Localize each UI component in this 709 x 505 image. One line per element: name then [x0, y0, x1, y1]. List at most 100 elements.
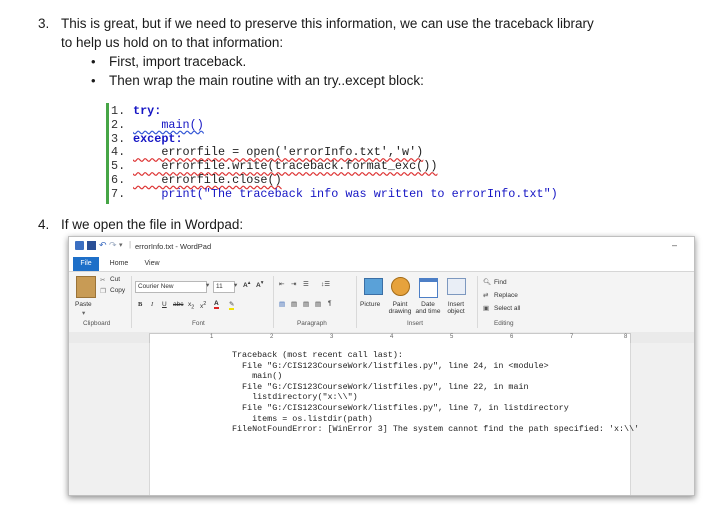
shrink-font-icon[interactable]: A▾ [256, 280, 263, 289]
find-button[interactable]: Find [494, 279, 507, 286]
select-all-icon[interactable]: ▣ [483, 304, 489, 312]
list-icon[interactable]: ☰ [303, 280, 309, 288]
tab-home[interactable]: Home [105, 257, 133, 271]
replace-icon[interactable]: ⇄ [483, 291, 488, 299]
group-label-font: Font [192, 320, 205, 327]
superscript-icon[interactable]: x2 [200, 301, 206, 310]
ruler-number: 5 [450, 334, 454, 340]
line-number: 2. [111, 117, 126, 132]
justify-icon[interactable]: ▤ [315, 300, 321, 308]
line-number: 4. [111, 145, 126, 160]
group-label-paragraph: Paragraph [297, 320, 327, 327]
font-name-select[interactable]: Courier New [135, 281, 207, 293]
font-name-dropdown-icon[interactable]: ▾ [206, 281, 209, 289]
tab-view[interactable]: View [139, 257, 165, 271]
step-number: 4. [38, 217, 50, 232]
font-size-dropdown-icon[interactable]: ▾ [234, 281, 237, 289]
align-center-icon[interactable]: ▤ [291, 300, 297, 308]
step-text-line1: This is great, but if we need to preserv… [61, 16, 594, 31]
cut-button[interactable]: Cut [110, 276, 120, 283]
document-page[interactable]: Traceback (most recent call last): File … [149, 343, 639, 495]
ruler-number: 6 [510, 334, 514, 340]
ribbon-separator [131, 276, 132, 328]
document-text-line: File "G:/CIS123CourseWork/listfiles.py",… [232, 403, 569, 413]
ribbon-tabs: File Home View [69, 257, 694, 271]
ribbon-separator [477, 276, 478, 328]
document-area[interactable]: Traceback (most recent call last): File … [69, 343, 694, 495]
code-line: errorfile = open('errorInfo.txt','w') [133, 145, 424, 160]
document-text-line: File "G:/CIS123CourseWork/listfiles.py",… [232, 381, 529, 392]
customize-toolbar-icon[interactable]: ▾ [119, 241, 128, 250]
line-number: 3. [111, 131, 126, 146]
code-line: except: [133, 131, 183, 146]
align-left-icon[interactable]: ▤ [279, 300, 285, 308]
wordpad-app-icon [75, 241, 84, 250]
date-time-button[interactable]: Date and time [415, 301, 441, 315]
paragraph-dialog-icon[interactable]: ¶ [328, 300, 332, 307]
document-text-line: Traceback (most recent call last): [232, 350, 403, 360]
line-number: 1. [111, 104, 126, 118]
copy-icon[interactable]: ❐ [100, 287, 106, 295]
tab-file[interactable]: File [73, 257, 99, 271]
highlight-icon[interactable]: ✎ [229, 300, 235, 310]
bullet-item: First, import traceback. [109, 54, 247, 69]
ribbon: Paste ▾ ✂ Cut ❐ Copy Clipboard Courier N… [69, 271, 694, 333]
picture-icon[interactable] [364, 278, 383, 295]
undo-icon[interactable]: ↶ [99, 241, 108, 250]
bullet-glyph: • [91, 73, 96, 88]
paste-icon[interactable] [76, 276, 96, 298]
step-text-line2: to help us hold on to that information: [61, 35, 284, 50]
paint-drawing-button[interactable]: Paint drawing [387, 301, 413, 315]
step-text: If we open the file in Wordpad: [61, 217, 244, 232]
replace-button[interactable]: Replace [494, 292, 518, 299]
ruler-number: 4 [390, 334, 394, 340]
line-number: 5. [111, 159, 126, 174]
date-time-icon[interactable] [419, 278, 438, 298]
subscript-icon[interactable]: x2 [188, 301, 194, 310]
bold-icon[interactable]: B [138, 301, 142, 308]
cut-icon[interactable]: ✂ [100, 276, 105, 284]
underline-icon[interactable]: U [162, 301, 167, 308]
strikethrough-icon[interactable]: abc [173, 301, 183, 308]
code-line: main() [133, 117, 204, 132]
redo-icon[interactable]: ↷ [109, 241, 118, 250]
line-spacing-icon[interactable]: ↕☰ [321, 280, 330, 288]
grow-font-icon[interactable]: A▴ [243, 280, 250, 289]
window-title: errorInfo.txt - WordPad [135, 242, 212, 251]
bullet-glyph: • [91, 54, 96, 69]
document-text-line: main() [232, 371, 283, 382]
font-size-select[interactable]: 11 [213, 281, 235, 293]
document-text-line: FileNotFoundError: [WinError 3] The syst… [232, 424, 640, 435]
insert-object-icon[interactable] [447, 278, 466, 295]
picture-button[interactable]: Picture [360, 301, 380, 308]
increase-indent-icon[interactable]: ⇥ [291, 280, 296, 288]
ruler-number: 2 [270, 334, 274, 340]
ruler-number: 1 [210, 334, 214, 340]
group-label-editing: Editing [494, 320, 514, 327]
save-icon[interactable] [87, 241, 96, 250]
code-block: 1. try: 2. main() 3. except: 4. errorfile … [106, 103, 579, 204]
decrease-indent-icon[interactable]: ⇤ [279, 280, 284, 288]
minimize-icon[interactable]: – [672, 240, 677, 250]
ruler-number: 8 [624, 334, 628, 340]
paste-dropdown-icon[interactable]: ▾ [82, 309, 85, 317]
vertical-scrollbar[interactable] [680, 343, 694, 495]
select-all-button[interactable]: Select all [494, 305, 520, 312]
paste-button[interactable]: Paste [75, 301, 92, 308]
ribbon-separator [356, 276, 357, 328]
insert-object-button[interactable]: Insert object [445, 301, 467, 315]
italic-icon[interactable]: I [151, 301, 153, 308]
paint-icon[interactable] [391, 277, 410, 296]
group-label-clipboard: Clipboard [83, 320, 111, 327]
text-color-icon[interactable]: A [214, 300, 219, 309]
align-right-icon[interactable]: ▤ [303, 300, 309, 308]
code-line: print("The traceback info was written to… [133, 186, 558, 201]
document-text-line: File "G:/CIS123CourseWork/listfiles.py",… [232, 360, 549, 371]
copy-button[interactable]: Copy [110, 287, 125, 294]
ruler-number: 7 [570, 334, 574, 340]
bullet-item: Then wrap the main routine with an try..… [109, 73, 424, 88]
title-bar: ↶ ↷ ▾ | errorInfo.txt - WordPad – [69, 237, 694, 257]
find-icon[interactable]: 🔍︎ [483, 278, 491, 286]
code-line: try: [133, 104, 162, 118]
code-line: errorfile.close() [133, 173, 282, 187]
